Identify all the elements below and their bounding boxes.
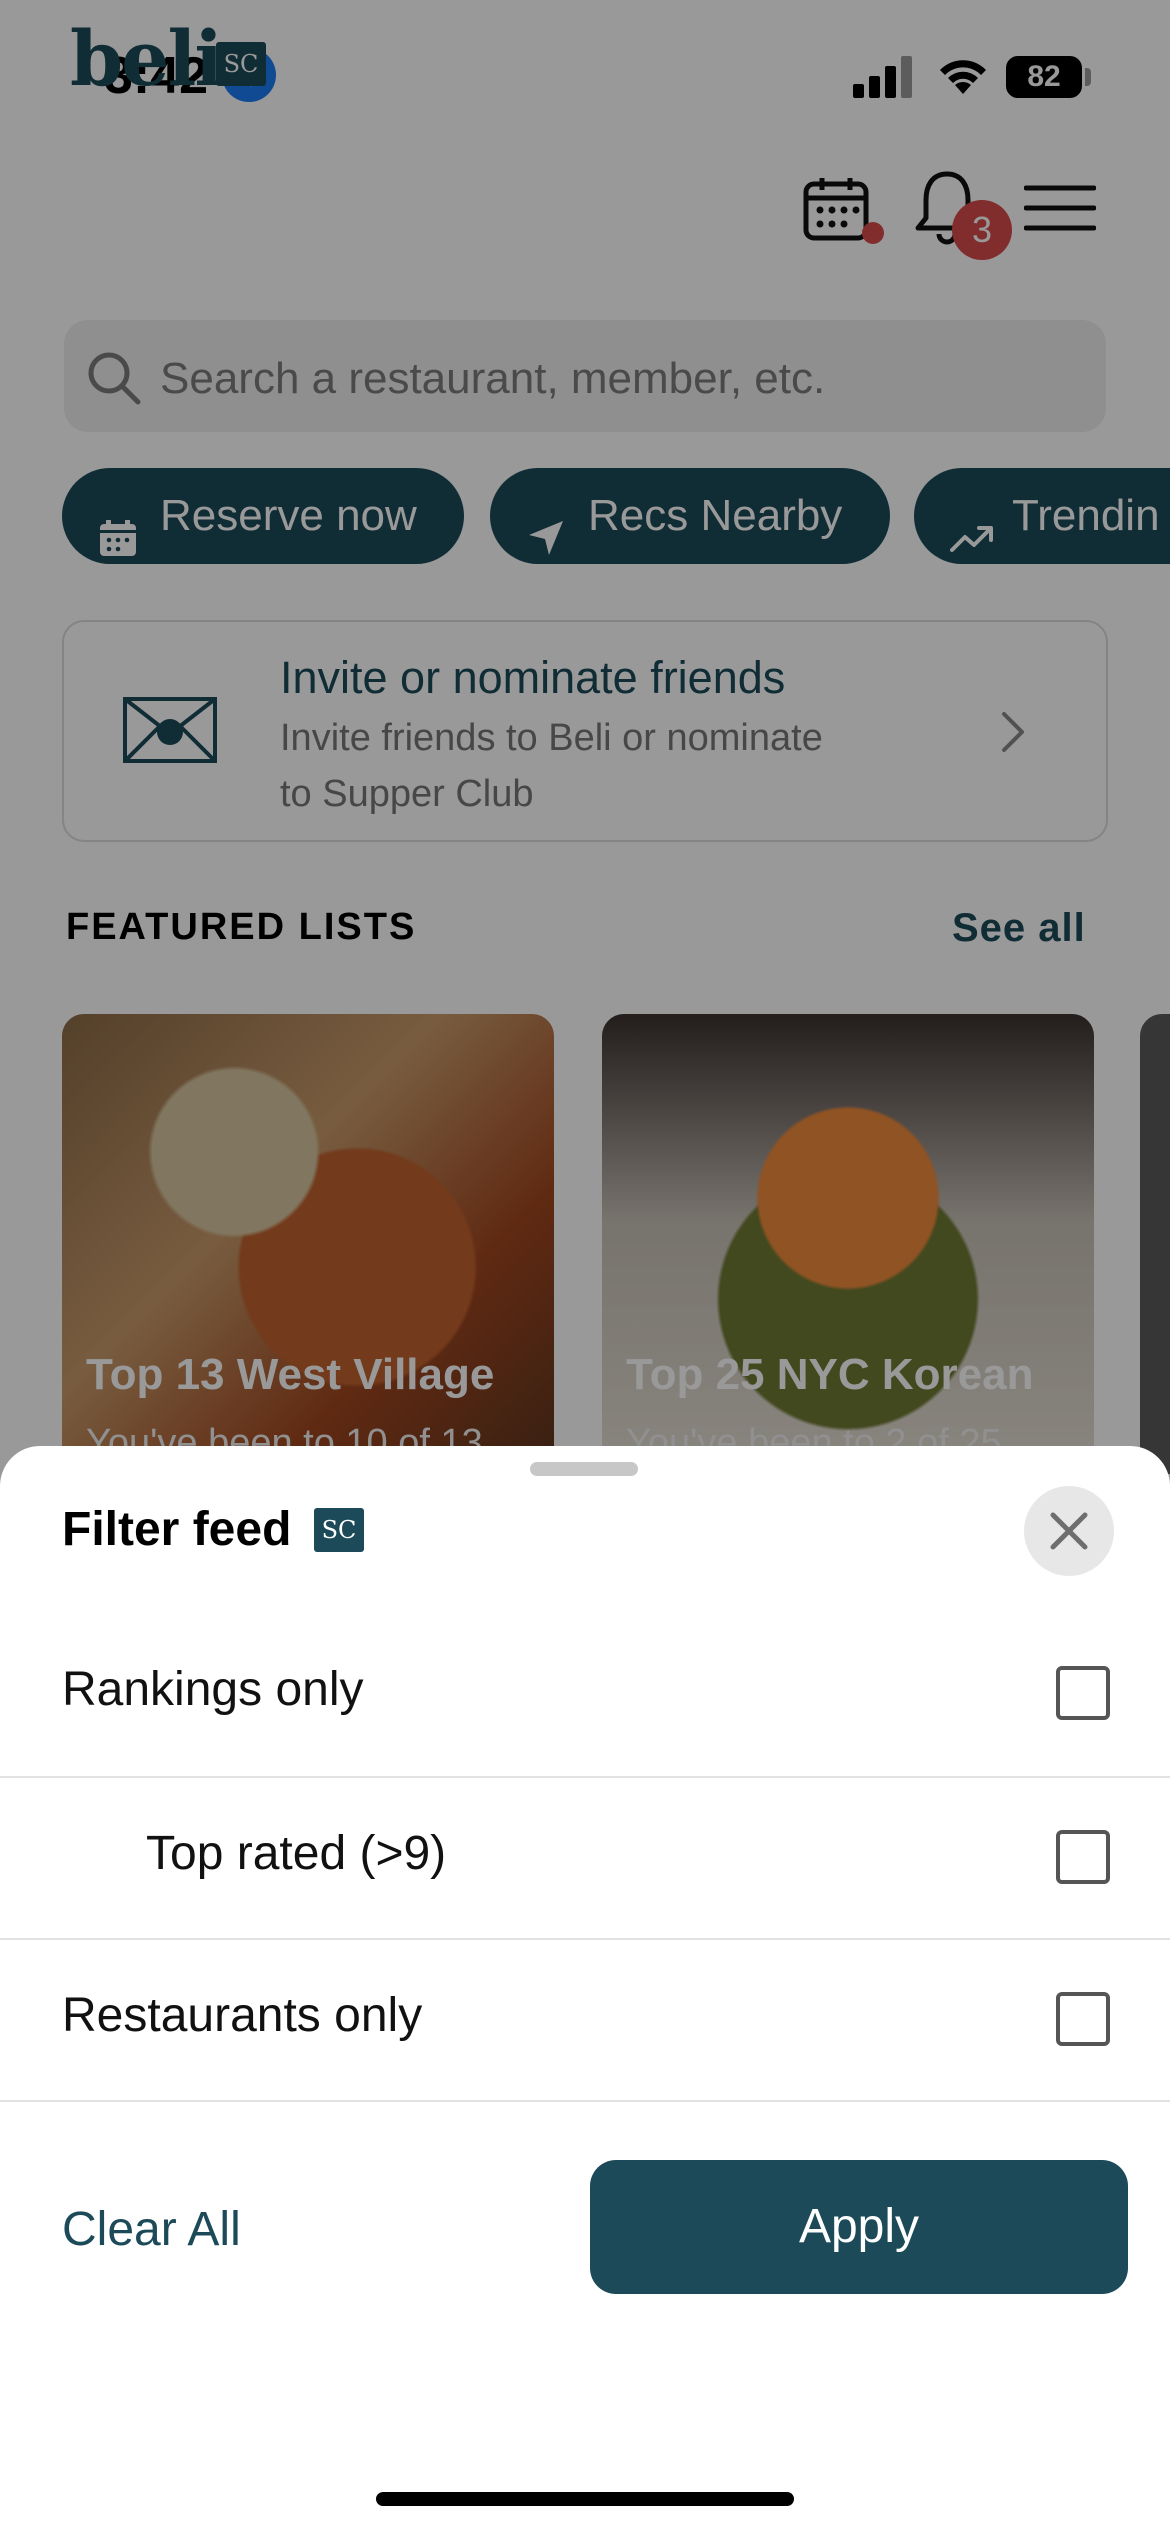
close-button[interactable]: [1024, 1486, 1114, 1576]
option-label: Top rated (>9): [146, 1827, 447, 1880]
top-rated-checkbox[interactable]: [1056, 1830, 1110, 1884]
divider: [0, 2100, 1170, 2102]
apply-button[interactable]: Apply: [590, 2160, 1128, 2294]
filter-feed-sheet: Filter feed SC Rankings only Top rated (…: [0, 1446, 1170, 2532]
top-rated-option[interactable]: Top rated (>9): [0, 1774, 1170, 1936]
rankings-only-option[interactable]: Rankings only: [0, 1610, 1170, 1772]
close-icon: [1050, 1512, 1088, 1550]
option-label: Restaurants only: [62, 1989, 423, 2042]
option-label: Rankings only: [62, 1663, 364, 1716]
rankings-only-checkbox[interactable]: [1056, 1666, 1110, 1720]
restaurants-only-option[interactable]: Restaurants only: [0, 1936, 1170, 2098]
supper-club-badge: SC: [314, 1508, 364, 1552]
sheet-drag-handle[interactable]: [530, 1462, 638, 1476]
sheet-title: Filter feed: [62, 1503, 292, 1556]
restaurants-only-checkbox[interactable]: [1056, 1992, 1110, 2046]
home-indicator[interactable]: [376, 2492, 794, 2506]
clear-all-button[interactable]: Clear All: [62, 2202, 241, 2257]
